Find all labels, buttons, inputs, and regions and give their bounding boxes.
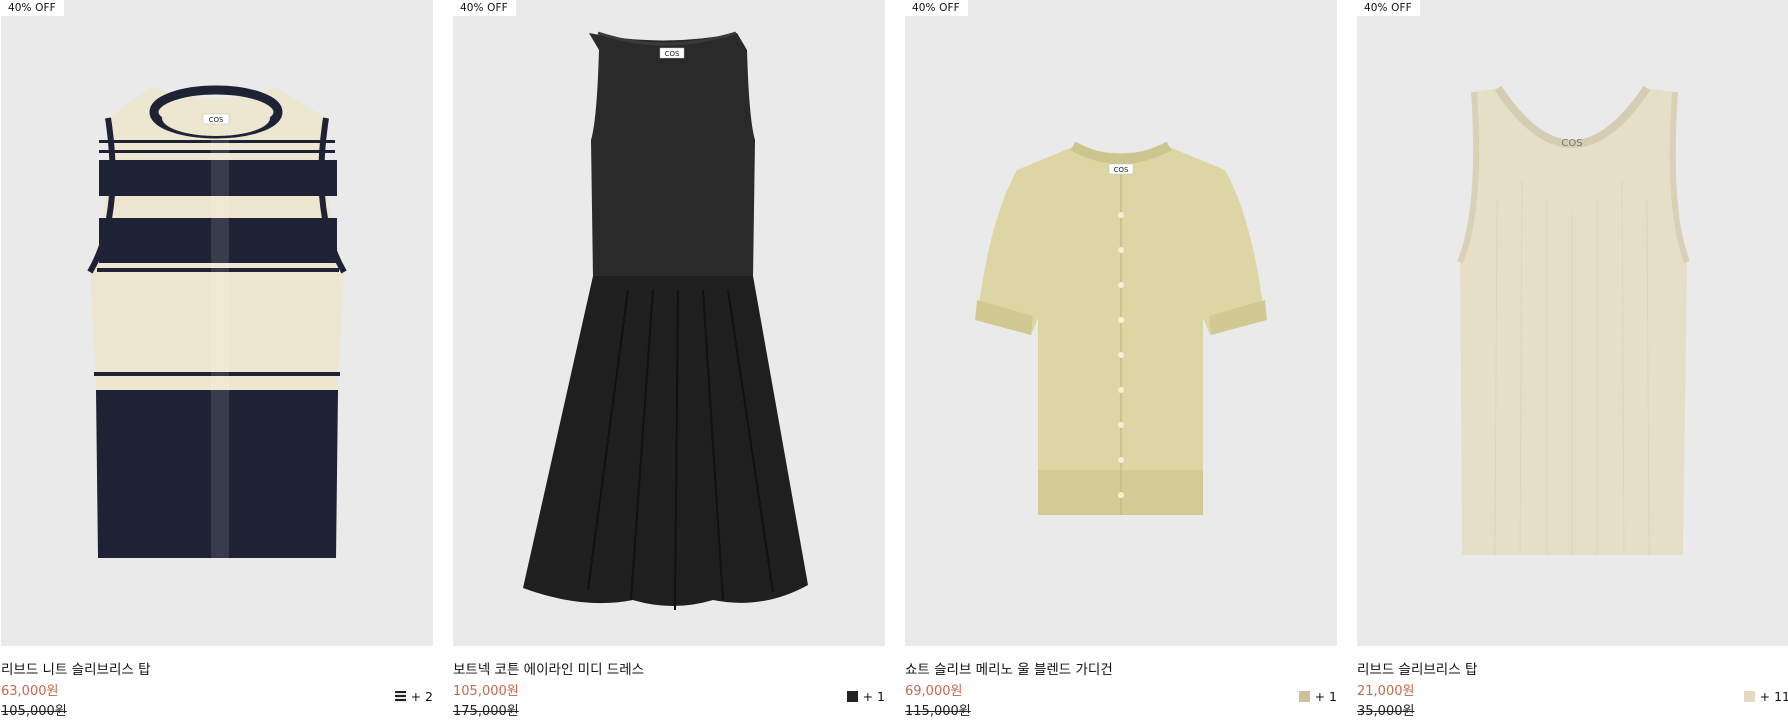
color-swatch[interactable]	[1298, 691, 1310, 702]
svg-text:COS: COS	[665, 50, 680, 58]
ribbed-tank-image: COS	[1357, 0, 1788, 646]
product-image[interactable]: COS 40% OFF	[905, 0, 1337, 646]
product-image[interactable]: COS 40% OFF	[1357, 0, 1788, 646]
black-midi-dress-image: COS	[453, 0, 885, 646]
product-card[interactable]: COS 40% OFF 리브드 슬리브리스 탑 21,000원 35,000원 …	[1357, 0, 1788, 722]
product-grid: COS 40% OFF 리브드 니트 슬리브리스 탑 63,000원 105,0…	[0, 0, 1788, 722]
more-colors-count: + 2	[410, 689, 433, 704]
short-sleeve-cardigan-image: COS	[905, 0, 1337, 646]
product-image[interactable]: COS 40% OFF	[1, 0, 433, 646]
more-colors-count: + 11	[1759, 689, 1788, 704]
discount-badge: 40% OFF	[453, 0, 516, 16]
sale-price: 105,000원	[453, 684, 519, 699]
original-price: 35,000원	[1357, 704, 1415, 719]
svg-text:COS: COS	[1114, 166, 1129, 174]
sale-price: 21,000원	[1357, 684, 1415, 699]
color-swatch[interactable]	[846, 691, 858, 702]
svg-text:COS: COS	[209, 116, 224, 124]
color-options[interactable]: + 1	[1298, 689, 1337, 704]
striped-knit-tank-image: COS	[1, 0, 433, 646]
product-image[interactable]: COS 40% OFF	[453, 0, 885, 646]
svg-text:COS: COS	[1561, 138, 1582, 149]
discount-badge: 40% OFF	[905, 0, 968, 16]
product-card[interactable]: COS 40% OFF 리브드 니트 슬리브리스 탑 63,000원 105,0…	[1, 0, 433, 722]
product-name[interactable]: 쇼트 슬리브 메리노 울 블렌드 가디건	[905, 658, 1113, 678]
original-price: 175,000원	[453, 704, 519, 719]
discount-badge: 40% OFF	[1357, 0, 1420, 16]
more-colors-count: + 1	[862, 689, 885, 704]
discount-badge: 40% OFF	[1, 0, 64, 16]
color-swatch[interactable]	[1743, 691, 1755, 702]
sale-price: 69,000원	[905, 684, 963, 699]
color-options[interactable]: + 2	[394, 689, 433, 704]
product-card[interactable]: COS 40% OFF 보트넥 코튼 에이라인 미디 드레스 105,000원 …	[453, 0, 885, 722]
color-swatch[interactable]	[394, 691, 406, 702]
product-name[interactable]: 리브드 슬리브리스 탑	[1357, 658, 1477, 678]
product-card[interactable]: COS 40% OFF 쇼트 슬리브 메리노 울 블렌드 가디건 69,000원…	[905, 0, 1337, 722]
product-name[interactable]: 리브드 니트 슬리브리스 탑	[1, 658, 151, 678]
color-options[interactable]: + 11	[1743, 689, 1788, 704]
more-colors-count: + 1	[1314, 689, 1337, 704]
original-price: 115,000원	[905, 704, 971, 719]
original-price: 105,000원	[1, 704, 67, 719]
product-name[interactable]: 보트넥 코튼 에이라인 미디 드레스	[453, 658, 644, 678]
sale-price: 63,000원	[1, 684, 59, 699]
color-options[interactable]: + 1	[846, 689, 885, 704]
